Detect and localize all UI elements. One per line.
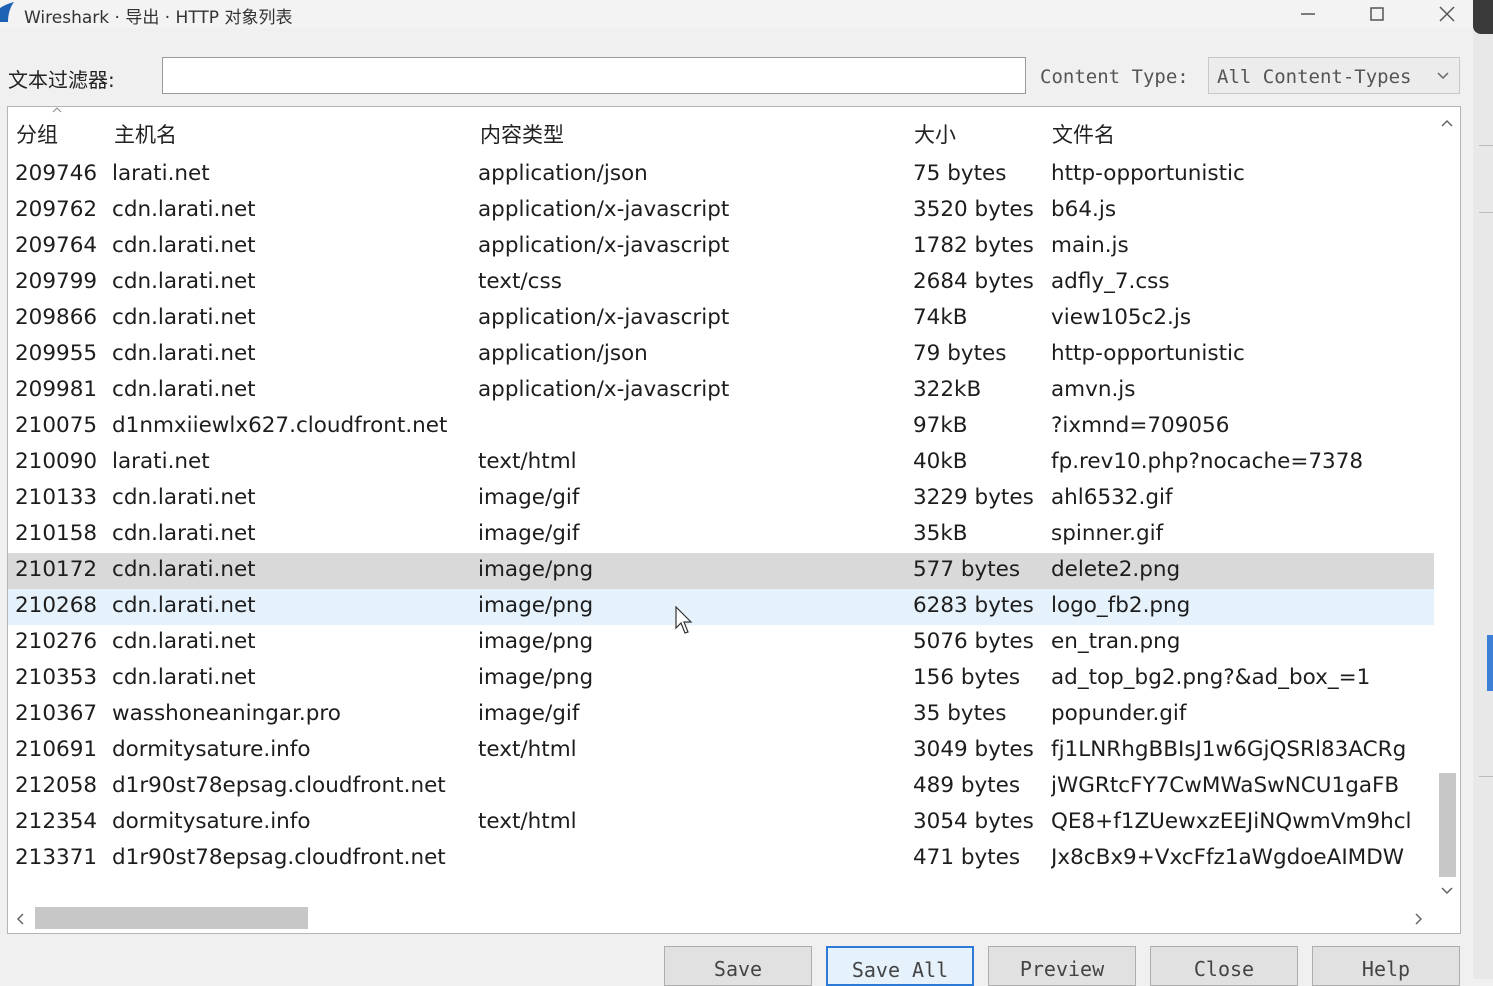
scroll-up-icon[interactable] <box>1441 119 1453 127</box>
column-header-row: 分组 主机名 内容类型 大小 文件名 <box>8 107 1434 157</box>
scroll-down-icon[interactable] <box>1441 887 1453 895</box>
maximize-icon <box>1370 7 1384 21</box>
column-header-hostname[interactable]: 主机名 <box>114 119 177 149</box>
table-row-selected[interactable]: 210172 cdn.larati.net image/png 577 bytes de… <box>8 553 1434 589</box>
vertical-scrollbar[interactable] <box>1434 107 1460 907</box>
save-all-button[interactable]: Save All <box>826 946 974 986</box>
close-button[interactable]: Close <box>1150 946 1298 986</box>
rows-container: 209746 larati.net application/json 75 bytes… <box>8 157 1434 877</box>
table-row[interactable]: 209762 cdn.larati.net application/x-javasc… <box>8 193 1434 229</box>
table-row[interactable]: 210276 cdn.larati.net image/png 5076 bytes e… <box>8 625 1434 661</box>
sort-ascending-icon <box>52 107 62 113</box>
preview-button[interactable]: Preview <box>988 946 1136 986</box>
table-row[interactable]: 213371 d1r90st78epsag.cloudfront.net 471 b… <box>8 841 1434 877</box>
wireshark-fin-icon <box>0 2 14 22</box>
text-filter-label: 文本过滤器: <box>8 68 115 92</box>
mouse-pointer-icon <box>675 606 693 634</box>
table-row[interactable]: 212058 d1r90st78epsag.cloudfront.net 489 b… <box>8 769 1434 805</box>
close-icon <box>1439 6 1455 22</box>
table-row[interactable]: 209955 cdn.larati.net application/json 79 b… <box>8 337 1434 373</box>
column-header-size[interactable]: 大小 <box>914 119 956 149</box>
minimize-icon <box>1301 13 1315 15</box>
column-header-filename[interactable]: 文件名 <box>1052 119 1115 149</box>
background-window-edge <box>1473 0 1493 979</box>
table-row[interactable]: 210133 cdn.larati.net image/gif 3229 bytes a… <box>8 481 1434 517</box>
table-row[interactable]: 210353 cdn.larati.net image/png 156 bytes ad… <box>8 661 1434 697</box>
table-row[interactable]: 209746 larati.net application/json 75 bytes… <box>8 157 1434 193</box>
table-row[interactable]: 210158 cdn.larati.net image/gif 35kB spinner… <box>8 517 1434 553</box>
content-type-label: Content Type: <box>1040 66 1189 88</box>
scroll-right-icon[interactable] <box>1415 913 1423 925</box>
close-window-button[interactable] <box>1417 0 1477 28</box>
table-row[interactable]: 209799 cdn.larati.net text/css 2684 bytes ad… <box>8 265 1434 301</box>
table-row[interactable]: 212354 dormitysature.info text/html 3054 by… <box>8 805 1434 841</box>
help-button[interactable]: Help <box>1312 946 1460 986</box>
title-bar: Wireshark · 导出 · HTTP 对象列表 <box>0 0 1493 28</box>
column-header-content-type[interactable]: 内容类型 <box>480 119 564 149</box>
scroll-left-icon[interactable] <box>16 913 24 925</box>
horizontal-scrollbar[interactable] <box>8 905 1434 933</box>
save-button[interactable]: Save <box>664 946 812 986</box>
content-type-select[interactable]: All Content-Types <box>1208 57 1460 94</box>
table-row[interactable]: 210367 wasshoneaningar.pro image/gif 35 byt… <box>8 697 1434 733</box>
table-row-hovered[interactable]: 210268 cdn.larati.net image/png 6283 bytes l… <box>8 589 1434 625</box>
table-row[interactable]: 209981 cdn.larati.net application/x-javasc… <box>8 373 1434 409</box>
horizontal-scroll-thumb[interactable] <box>35 907 308 929</box>
column-header-packet[interactable]: 分组 <box>16 119 58 149</box>
maximize-button[interactable] <box>1347 0 1407 28</box>
window-title: Wireshark · 导出 · HTTP 对象列表 <box>24 8 293 28</box>
content-type-value: All Content-Types <box>1217 66 1412 88</box>
table-row[interactable]: 209764 cdn.larati.net application/x-javasc… <box>8 229 1434 265</box>
table-row[interactable]: 209866 cdn.larati.net application/x-javasc… <box>8 301 1434 337</box>
table-row[interactable]: 210691 dormitysature.info text/html 3049 by… <box>8 733 1434 769</box>
vertical-scroll-thumb[interactable] <box>1439 773 1456 877</box>
table-row[interactable]: 210090 larati.net text/html 40kB fp.rev10.ph… <box>8 445 1434 481</box>
http-object-list[interactable]: 分组 主机名 内容类型 大小 文件名 209746 larati.net appli… <box>7 106 1461 934</box>
table-row[interactable]: 210075 d1nmxiiewlx627.cloudfront.net 97kB?… <box>8 409 1434 445</box>
chevron-down-icon <box>1437 72 1449 80</box>
minimize-button[interactable] <box>1278 0 1338 28</box>
text-filter-input[interactable] <box>162 57 1026 94</box>
